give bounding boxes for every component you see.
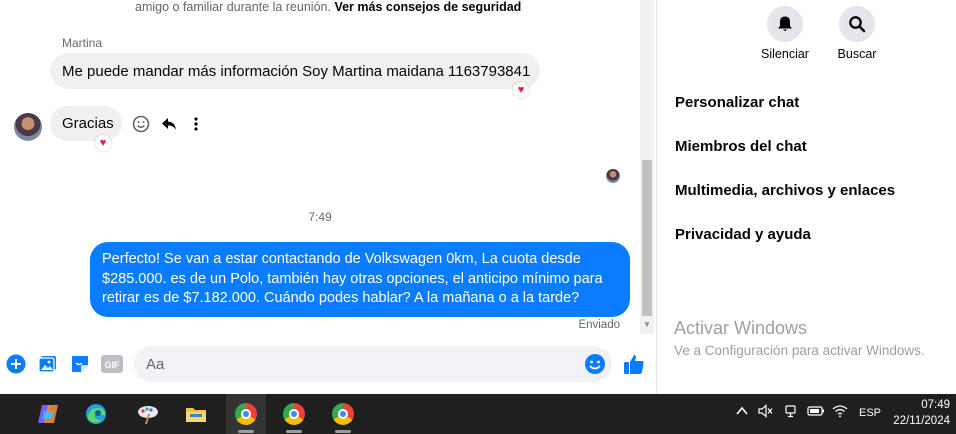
paint-icon[interactable] <box>128 394 168 434</box>
search-button[interactable] <box>839 6 875 42</box>
chrome-app-1[interactable] <box>226 394 266 434</box>
chat-members-item[interactable]: Miembros del chat <box>675 138 807 155</box>
chat-scrollbar[interactable]: ▼ <box>640 0 654 334</box>
bell-icon <box>778 16 792 31</box>
react-icon[interactable] <box>131 114 151 134</box>
search-label: Buscar <box>837 47 877 61</box>
chrome-icon <box>332 403 354 425</box>
volume-muted-icon[interactable] <box>758 404 774 421</box>
clock-date: 22/11/2024 <box>893 415 950 427</box>
customize-chat-item[interactable]: Personalizar chat <box>675 94 799 111</box>
activate-windows-title: Activar Windows <box>674 318 808 338</box>
scroll-thumb[interactable] <box>642 160 652 316</box>
message-input[interactable] <box>146 354 566 374</box>
mute-button[interactable] <box>767 6 803 42</box>
edge-icon[interactable] <box>76 394 116 434</box>
message-composer: GIF <box>0 344 656 384</box>
security-note: amigo o familiar durante la reunión. Ver… <box>135 0 521 14</box>
more-options-icon[interactable] <box>186 114 206 134</box>
plus-icon[interactable] <box>5 353 27 375</box>
active-indicator <box>238 430 254 433</box>
security-tips-link[interactable]: Ver más consejos de seguridad <box>334 0 521 14</box>
avatar[interactable] <box>14 113 42 141</box>
network-icon[interactable] <box>784 404 798 421</box>
message-text: Gracias <box>62 115 114 132</box>
wifi-icon[interactable] <box>832 404 848 421</box>
running-indicator <box>335 430 351 433</box>
message-input-container[interactable] <box>134 346 612 382</box>
copilot-icon[interactable] <box>28 394 68 434</box>
taskbar: ESP 07:49 22/11/2024 <box>0 394 956 434</box>
battery-icon[interactable] <box>807 405 825 420</box>
clock[interactable]: 07:49 22/11/2024 <box>893 397 950 429</box>
heart-icon[interactable]: ♥ <box>95 135 111 151</box>
task-view-icon[interactable] <box>0 394 8 434</box>
chat-thread: amigo o familiar durante la reunión. Ver… <box>0 0 640 394</box>
time-separator: 7:49 <box>308 210 332 224</box>
sent-status: Enviado <box>578 319 620 331</box>
chrome-icon <box>235 403 257 425</box>
chrome-icon <box>283 403 305 425</box>
running-indicator <box>286 430 302 433</box>
message-text: Me puede mandar más información Soy Mart… <box>62 62 531 80</box>
media-files-links-item[interactable]: Multimedia, archivos y enlaces <box>675 182 895 199</box>
chat-info-panel: Silenciar Buscar Personalizar chat Miemb… <box>657 0 956 394</box>
outgoing-message[interactable]: Perfecto! Se van a estar contactando de … <box>90 242 630 317</box>
heart-icon[interactable]: ♥ <box>513 82 529 98</box>
incoming-message[interactable]: Gracias <box>50 106 122 141</box>
mute-label: Silenciar <box>761 47 809 61</box>
read-receipt-avatar <box>606 169 620 183</box>
scroll-down-arrow-icon[interactable]: ▼ <box>643 320 651 329</box>
chrome-app-3[interactable] <box>323 394 363 434</box>
search-icon <box>849 16 866 33</box>
emoji-icon[interactable] <box>584 353 606 375</box>
clock-time: 07:49 <box>921 399 950 411</box>
activate-windows-subtitle: Ve a Configuración para activar Windows. <box>674 343 925 358</box>
sticker-icon[interactable] <box>69 353 91 375</box>
security-note-text: amigo o familiar durante la reunión. <box>135 0 331 14</box>
thumbs-up-icon[interactable] <box>623 353 645 375</box>
gif-icon[interactable]: GIF <box>101 353 123 375</box>
svg-text:GIF: GIF <box>105 360 121 370</box>
show-hidden-icons-icon[interactable] <box>735 404 749 421</box>
incoming-message[interactable]: Me puede mandar más información Soy Mart… <box>50 53 540 89</box>
chrome-app-2[interactable] <box>274 394 314 434</box>
language-indicator[interactable]: ESP <box>859 407 881 419</box>
file-explorer-icon[interactable] <box>176 394 216 434</box>
privacy-help-item[interactable]: Privacidad y ayuda <box>675 226 811 243</box>
reply-icon[interactable] <box>159 114 179 134</box>
sender-name: Martina <box>62 36 103 50</box>
image-icon[interactable] <box>37 353 59 375</box>
